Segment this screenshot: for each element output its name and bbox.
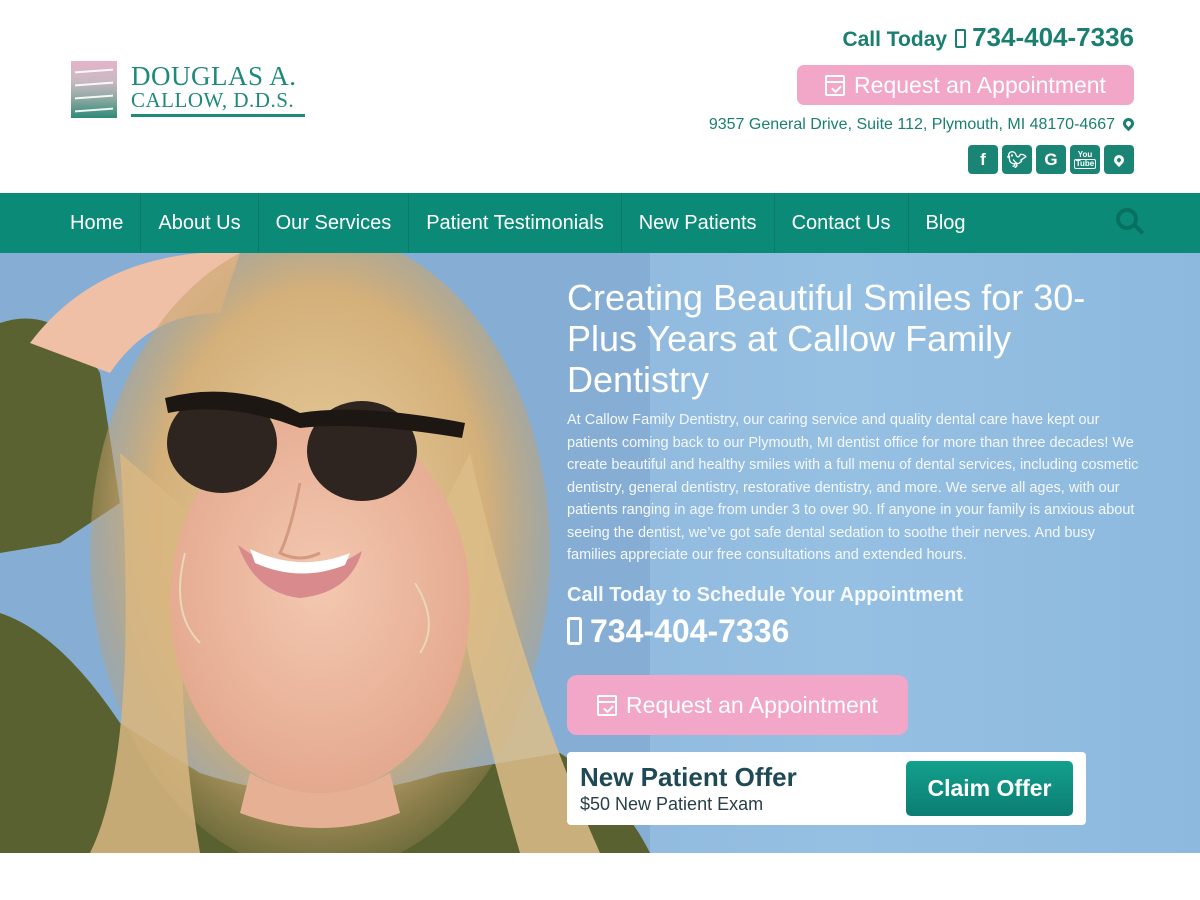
hero-title: Creating Beautiful Smiles for 30-Plus Ye… [567,277,1086,400]
nav-patient-testimonials[interactable]: Patient Testimonials [409,193,622,253]
youtube-link[interactable]: You Tube [1070,145,1100,174]
header-call: Call Today 734-404-7336 [842,22,1134,53]
twitter-link[interactable]: 🐦︎ [1002,145,1032,174]
calendar-check-icon [825,74,846,96]
nav-home[interactable]: Home [53,193,142,253]
logo-text: DOUGLAS A. CALLOW, D.D.S. [131,60,305,117]
mobile-phone-icon [955,29,967,48]
claim-offer-button[interactable]: Claim Offer [906,761,1073,816]
hero-content: Creating Beautiful Smiles for 30-Plus Ye… [567,277,1147,650]
hero-banner: Creating Beautiful Smiles for 30-Plus Ye… [0,253,1200,853]
youtube-icon: You Tube [1073,149,1097,169]
offer-subtitle: $50 New Patient Exam [580,794,764,814]
logo-name-line1: DOUGLAS A. [131,60,297,91]
map-link[interactable] [1104,145,1134,174]
calendar-check-icon [597,694,618,716]
twitter-icon: 🐦︎ [1006,151,1028,169]
facebook-icon: f [980,149,986,169]
hero-request-appointment-label: Request an Appointment [626,691,878,718]
header-address[interactable]: 9357 General Drive, Suite 112, Plymouth,… [708,115,1137,134]
hero-photo-smiling-woman [0,253,650,853]
mobile-phone-icon [567,617,582,645]
facebook-link[interactable]: f [968,145,998,174]
logo[interactable]: DOUGLAS A. CALLOW, D.D.S. [71,61,305,118]
nav-about-us[interactable]: About Us [141,193,259,253]
hero-phone-number: 734-404-7336 [590,612,790,649]
nav-new-patients[interactable]: New Patients [622,193,775,253]
social-links: f 🐦︎ G You Tube [968,145,1134,174]
hero-call-heading: Call Today to Schedule Your Appointment [567,583,963,606]
google-link[interactable]: G [1036,145,1066,174]
nav-blog[interactable]: Blog [909,193,983,253]
nav-contact-us[interactable]: Contact Us [775,193,909,253]
logo-name-line2: CALLOW, D.D.S. [131,89,305,117]
offer-title: New Patient Offer [580,762,797,792]
nav-our-services[interactable]: Our Services [259,193,410,253]
site-header: DOUGLAS A. CALLOW, D.D.S. Call Today 734… [0,0,1200,193]
hero-phone-link[interactable]: 734-404-7336 [567,613,1147,650]
address-text: 9357 General Drive, Suite 112, Plymouth,… [708,116,1115,133]
main-nav: Home About Us Our Services Patient Testi… [0,193,1200,253]
header-phone-link[interactable]: 734-404-7336 [972,22,1134,53]
header-request-appointment-label: Request an Appointment [854,71,1106,98]
new-patient-offer-card: New Patient Offer $50 New Patient Exam C… [567,752,1086,825]
search-icon[interactable] [1116,208,1138,230]
google-icon: G [1044,149,1058,169]
map-marker-icon [1120,115,1137,131]
call-today-label: Call Today [842,28,948,51]
hero-request-appointment-button[interactable]: Request an Appointment [567,675,908,735]
map-pin-icon [1111,152,1127,167]
toothbrush-logo-icon [71,61,117,118]
header-request-appointment-button[interactable]: Request an Appointment [797,65,1134,105]
hero-description: At Callow Family Dentistry, our caring s… [567,412,1139,563]
